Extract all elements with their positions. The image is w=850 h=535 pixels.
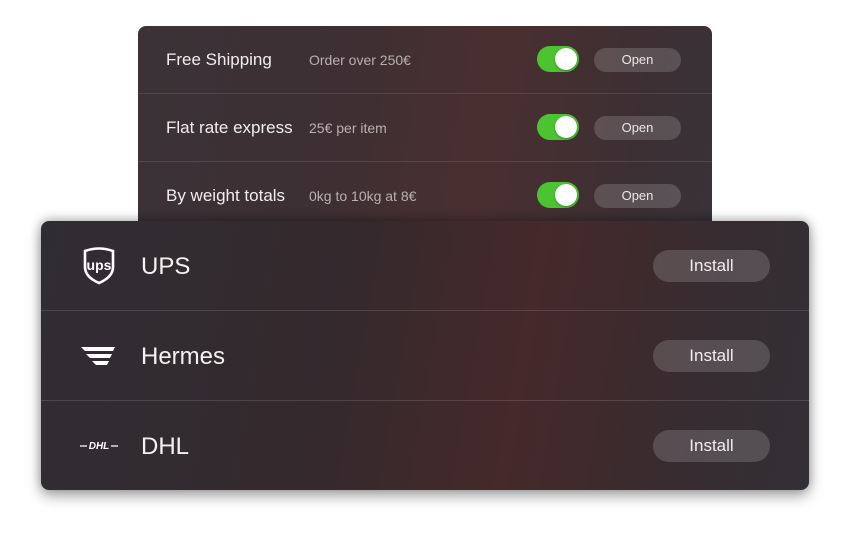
open-flat-rate-express-button[interactable]: Open [594,116,681,140]
carrier-name: DHL [141,433,190,460]
dhl-logo-icon: DHL [80,441,118,452]
carrier-row: Hermes Install [41,311,809,401]
shipping-rate-name: By weight totals [166,186,286,205]
carrier-row: DHL DHL Install [41,401,809,490]
shipping-rate-row: Flat rate express 25€ per item Open [138,94,712,162]
shipping-rates-panel: Free Shipping Order over 250€ Open Flat … [138,26,712,241]
toggle-knob [555,116,577,138]
shipping-rate-description: 0kg to 10kg at 8€ [309,188,417,204]
open-by-weight-totals-button[interactable]: Open [594,184,681,208]
install-dhl-button[interactable]: Install [653,430,770,462]
shipping-rate-row: By weight totals 0kg to 10kg at 8€ Open [138,162,712,230]
toggle-knob [555,48,577,70]
shipping-rate-name: Free Shipping [166,50,272,69]
install-hermes-button[interactable]: Install [653,340,770,372]
carrier-name: UPS [141,253,191,280]
free-shipping-toggle[interactable] [537,46,579,72]
hermes-logo-icon [81,347,115,365]
install-ups-button[interactable]: Install [653,250,770,282]
shipping-rate-name: Flat rate express [166,118,293,137]
by-weight-totals-toggle[interactable] [537,182,579,208]
shipping-rate-description: 25€ per item [309,120,387,136]
carriers-panel: ups UPS Install Hermes Install DHL DHL I… [41,221,809,490]
dhl-logo-text: DHL [89,441,110,452]
ups-logo-text: ups [87,257,112,273]
shipping-rate-description: Order over 250€ [309,52,411,68]
flat-rate-express-toggle[interactable] [537,114,579,140]
carrier-row: ups UPS Install [41,221,809,311]
ups-logo-icon: ups [83,247,115,285]
carrier-name: Hermes [141,343,226,370]
toggle-knob [555,184,577,206]
open-free-shipping-button[interactable]: Open [594,48,681,72]
shipping-rate-row: Free Shipping Order over 250€ Open [138,26,712,94]
